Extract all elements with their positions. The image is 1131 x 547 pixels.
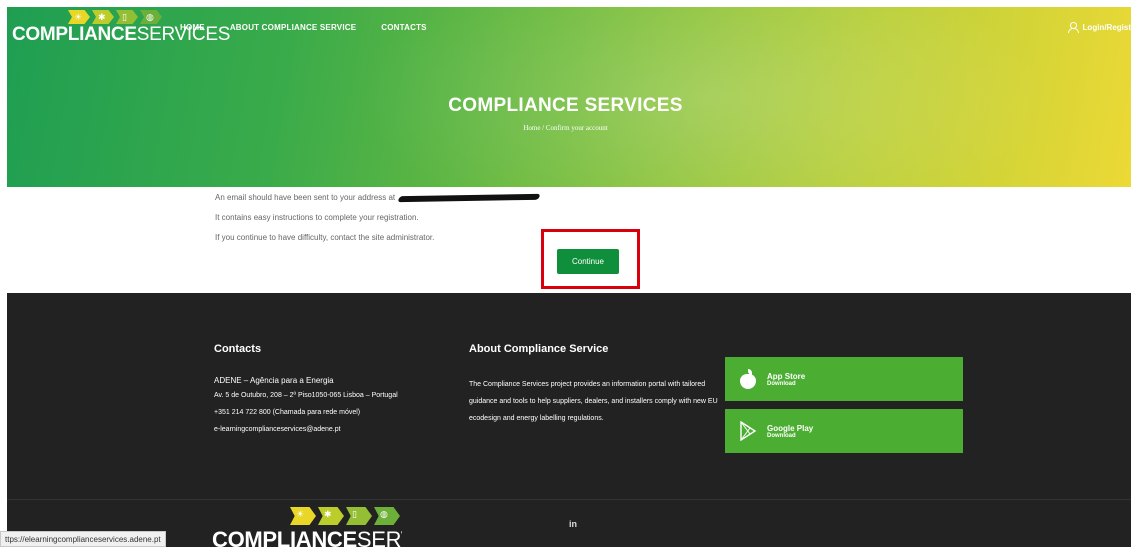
chevron-icon: ☀: [68, 10, 90, 24]
footer-logo-light: SERVICES: [356, 527, 402, 547]
login-label: Login/Regist: [1082, 22, 1131, 32]
chevron-icon: ✱: [92, 10, 114, 24]
nav-contacts[interactable]: CONTACTS: [381, 23, 426, 32]
chevron-icon: ✱: [318, 507, 344, 525]
chevron-icon: ◍: [374, 507, 400, 525]
redacted-email: [397, 193, 541, 203]
login-register-link[interactable]: Login/Regist: [1067, 22, 1131, 33]
contact-address: Av. 5 de Outubro, 208 – 2º Piso1050-065 …: [214, 392, 398, 399]
breadcrumb: Home / Confirm your account: [523, 124, 608, 132]
app-store-label: App Store Download: [767, 372, 805, 387]
user-icon: [1067, 22, 1079, 33]
chevron-icon: ▯: [346, 507, 372, 525]
nav-home[interactable]: HOME: [180, 23, 205, 32]
page-title: COMPLIANCE SERVICES: [448, 95, 683, 116]
footer-divider: [7, 499, 1131, 500]
app-store-name: App Store: [767, 371, 806, 381]
email-sent-message: An email should have been sent to your a…: [215, 193, 541, 203]
footer: Contacts ADENE – Agência para a Energia …: [7, 293, 1131, 547]
logo-bold: COMPLIANCE: [12, 24, 137, 45]
google-play-name: Google Play: [767, 423, 814, 433]
difficulty-message: If you continue to have difficulty, cont…: [215, 233, 435, 242]
chevron-icon: ◍: [140, 10, 162, 24]
google-play-icon: [740, 421, 757, 441]
footer-logo-bold: COMPLIANCE: [212, 527, 357, 547]
instructions-message: It contains easy instructions to complet…: [215, 213, 419, 222]
contacts-heading: Contacts: [214, 343, 262, 355]
site-logo[interactable]: ☀ ✱ ▯ ◍ COMPLIANCESERVICES: [12, 10, 230, 48]
about-heading: About Compliance Service: [469, 343, 609, 355]
google-play-sub: Download: [767, 432, 796, 439]
google-play-label: Google Play Download: [767, 424, 813, 439]
continue-button[interactable]: Continue: [557, 249, 619, 274]
status-bar-url: ttps://elearningcomplianceservices.adene…: [0, 531, 166, 547]
about-text: The Compliance Services project provides…: [469, 381, 718, 422]
footer-logo[interactable]: ☀ ✱ ▯ ◍ COMPLIANCESERVICES: [212, 507, 402, 547]
footer-logo-wordmark: COMPLIANCESERVICES: [212, 527, 402, 547]
contact-org: ADENE – Agência para a Energia: [214, 376, 334, 385]
email-sent-text: An email should have been sent to your a…: [215, 193, 396, 202]
chevron-icon: ☀: [290, 507, 316, 525]
app-store-button[interactable]: App Store Download: [725, 357, 963, 401]
nav-about[interactable]: ABOUT COMPLIANCE SERVICE: [230, 23, 356, 32]
logo-icons: ☀ ✱ ▯ ◍: [68, 10, 162, 24]
apple-icon: [739, 369, 757, 389]
footer-logo-icons: ☀ ✱ ▯ ◍: [290, 507, 400, 525]
contact-phone[interactable]: +351 214 722 800 (Chamada para rede móve…: [214, 409, 360, 416]
google-play-button[interactable]: Google Play Download: [725, 409, 963, 453]
app-store-sub: Download: [767, 380, 796, 387]
contact-email[interactable]: e-learningcomplianceservices@adene.pt: [214, 426, 341, 433]
main-nav: HOME ABOUT COMPLIANCE SERVICE CONTACTS: [180, 23, 427, 32]
linkedin-icon[interactable]: in: [569, 519, 577, 529]
chevron-icon: ▯: [116, 10, 138, 24]
